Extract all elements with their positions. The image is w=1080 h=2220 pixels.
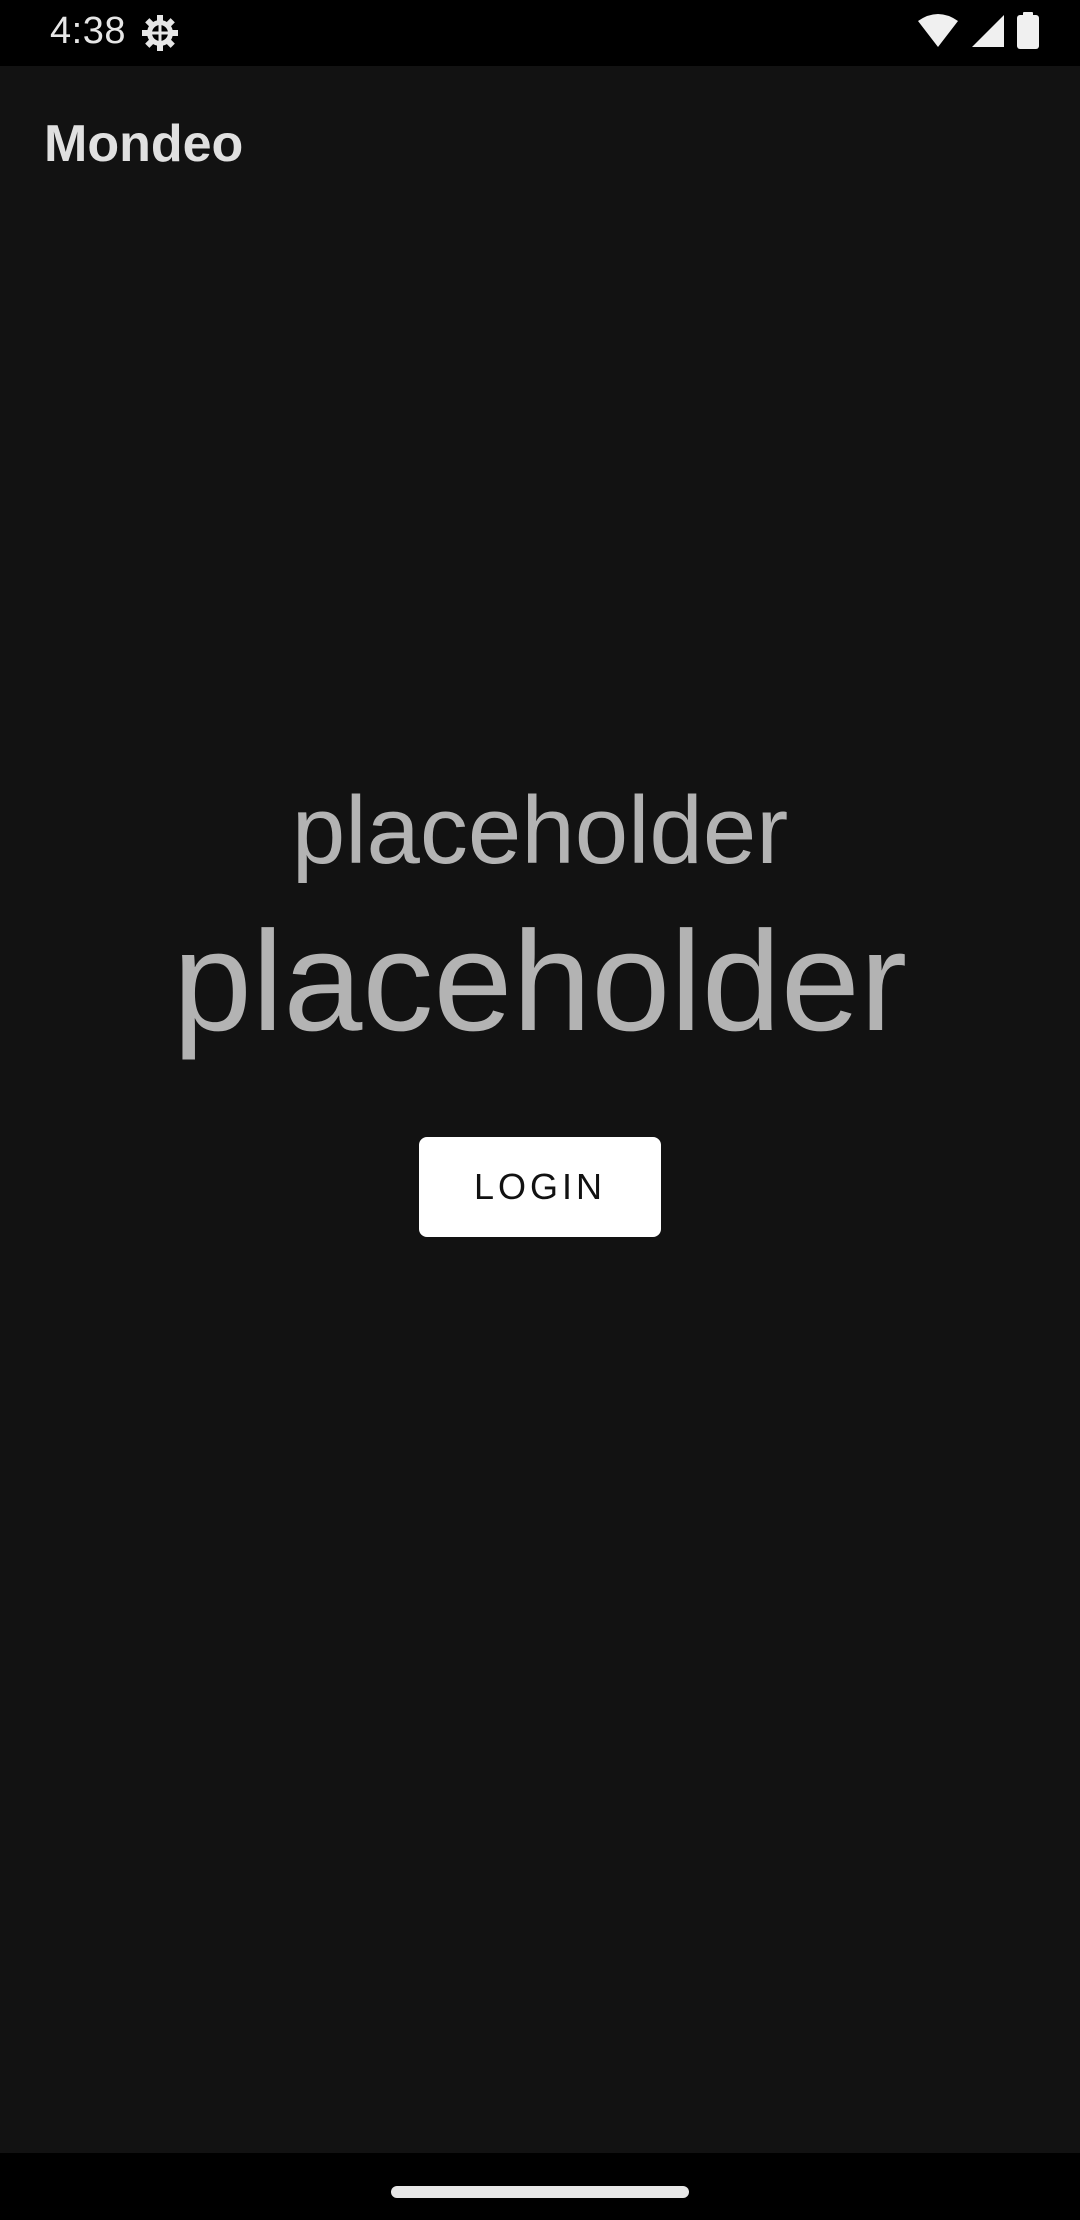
placeholder-headline: placeholder [172, 902, 908, 1061]
app-title: Mondeo [44, 115, 244, 173]
wifi-icon [916, 13, 960, 54]
login-button[interactable]: LOGIN [419, 1137, 661, 1237]
status-time: 4:38 [50, 10, 126, 52]
app-content: Mondeo placeholder placeholder LOGIN [0, 66, 1080, 2153]
navigation-bar [0, 2153, 1080, 2220]
status-bar: 4:38 [0, 0, 1080, 66]
cell-signal-icon [970, 13, 1006, 54]
status-icons [916, 11, 1040, 55]
phone-screen: 4:38 Mondeo placeholder placeholder LOGI… [0, 0, 1080, 2220]
home-indicator[interactable] [391, 2186, 689, 2198]
settings-gear-icon [140, 13, 180, 53]
placeholder-subtitle: placeholder [291, 777, 789, 884]
battery-icon [1016, 11, 1040, 55]
